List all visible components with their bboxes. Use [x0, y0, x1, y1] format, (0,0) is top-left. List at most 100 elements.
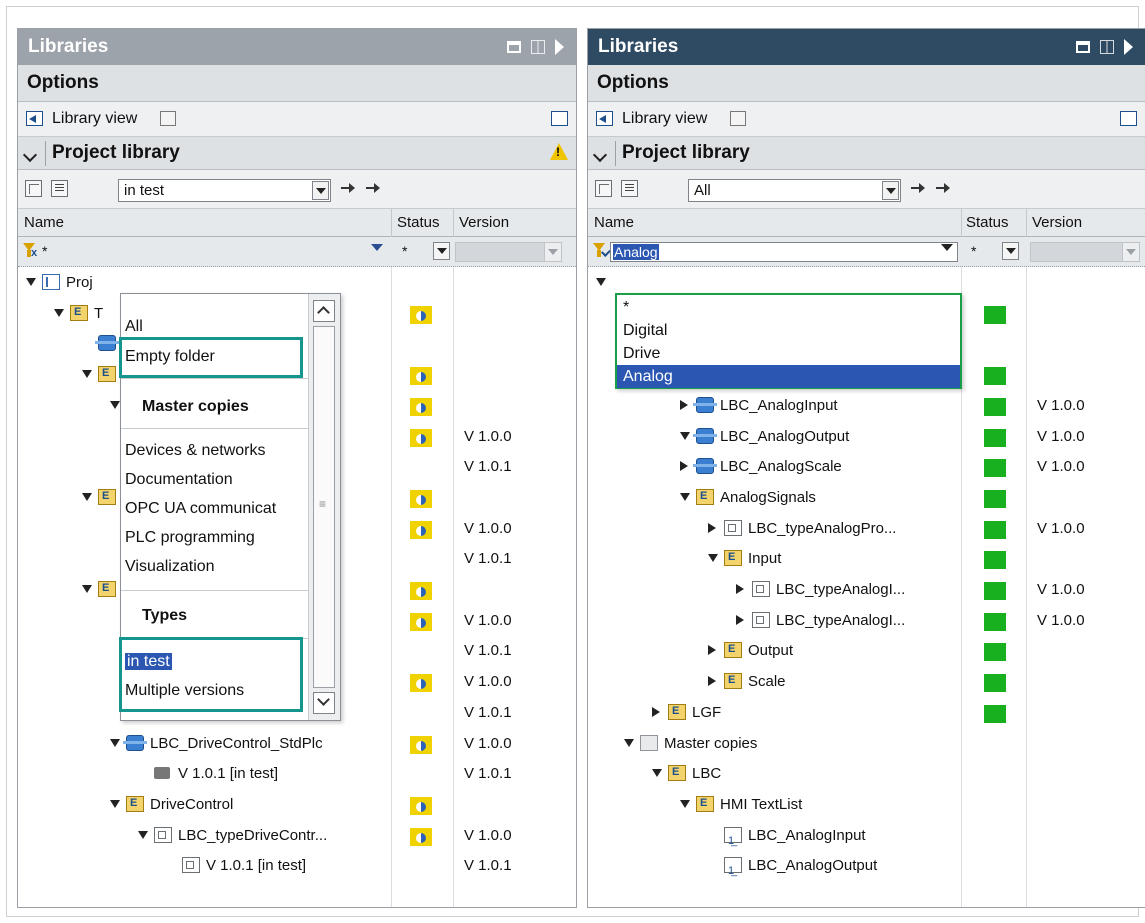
project-library-header[interactable]: Project library — [18, 137, 576, 170]
options-section[interactable]: Options — [588, 65, 1145, 102]
import-icon[interactable] — [365, 180, 382, 197]
options-section[interactable]: Options — [18, 65, 576, 102]
tree-row[interactable]: LBC_DriveControl_StdPlc V 1.0.0 — [18, 728, 576, 759]
dropdown-item-devices-networks[interactable]: Devices & networks — [125, 438, 266, 464]
library-properties-icon[interactable] — [595, 180, 612, 197]
tree-row[interactable]: LBC_AnalogOutput — [588, 850, 1145, 887]
clear-filter-icon[interactable]: x — [31, 247, 37, 259]
status-filter-select[interactable]: * — [398, 242, 450, 262]
expanded-arrow-icon[interactable] — [110, 400, 120, 409]
scroll-thumb[interactable] — [313, 326, 335, 688]
open-library-view-icon[interactable] — [551, 111, 568, 126]
list-view-icon[interactable] — [51, 180, 68, 197]
collapsed-arrow-icon[interactable] — [736, 584, 744, 594]
chevron-down-icon[interactable] — [371, 244, 383, 251]
tree-row[interactable]: Input — [588, 543, 1145, 574]
scroll-down-icon[interactable] — [313, 692, 335, 714]
library-view-button[interactable]: Library view — [622, 102, 707, 136]
type-filter-select[interactable]: All — [688, 179, 901, 202]
chevron-down-icon[interactable] — [941, 244, 953, 251]
expanded-arrow-icon[interactable] — [624, 738, 634, 747]
tree-row[interactable]: LBC_typeDriveContr... V 1.0.0 — [18, 820, 576, 851]
chevron-down-icon[interactable] — [1002, 242, 1019, 260]
tree-row[interactable]: LBC_AnalogInput V 1.0.0 — [588, 390, 1145, 421]
project-library-header[interactable]: Project library — [588, 137, 1145, 170]
expanded-arrow-icon[interactable] — [82, 585, 92, 593]
split-pane-icon[interactable] — [1100, 40, 1114, 54]
collapsed-arrow-icon[interactable] — [680, 461, 688, 472]
tree-row[interactable]: LBC — [588, 758, 1145, 789]
tree-row[interactable]: AnalogSignals — [588, 482, 1145, 513]
collapse-arrow-icon[interactable] — [1124, 39, 1133, 55]
export-icon[interactable] — [340, 180, 357, 197]
expanded-arrow-icon[interactable] — [680, 431, 690, 440]
column-status[interactable]: Status — [397, 209, 440, 236]
column-name[interactable]: Name — [594, 209, 634, 236]
scroll-up-icon[interactable] — [313, 300, 335, 322]
tree-row[interactable]: Scale — [588, 666, 1145, 697]
tree-row[interactable]: Output — [588, 635, 1145, 666]
tree-row[interactable]: LBC_typeAnalogI... V 1.0.0 — [588, 574, 1145, 605]
column-divider[interactable] — [391, 209, 392, 237]
chevron-down-icon[interactable] — [592, 147, 608, 163]
tree-row[interactable]: HMI TextList — [588, 789, 1145, 820]
library-view-icon[interactable] — [596, 111, 613, 126]
expanded-arrow-icon[interactable] — [82, 370, 92, 379]
library-view-settings-icon[interactable] — [160, 111, 176, 126]
float-window-icon[interactable] — [507, 41, 521, 53]
expanded-arrow-icon[interactable] — [26, 278, 36, 286]
dropdown-item-visualization[interactable]: Visualization — [125, 554, 215, 580]
float-window-icon[interactable] — [1076, 41, 1090, 53]
tree-row[interactable]: LBC_typeAnalogI... V 1.0.0 — [588, 605, 1145, 636]
dropdown-scrollbar[interactable] — [308, 294, 340, 720]
collapsed-arrow-icon[interactable] — [736, 614, 744, 625]
chevron-down-icon[interactable] — [312, 181, 329, 200]
library-view-settings-icon[interactable] — [730, 111, 746, 126]
expanded-arrow-icon[interactable] — [652, 769, 662, 778]
name-filter-input[interactable]: Analog — [610, 242, 958, 262]
version-filter-select[interactable] — [455, 242, 562, 262]
list-view-icon[interactable] — [621, 180, 638, 197]
dropdown-item-plc-programming[interactable]: PLC programming — [125, 525, 255, 551]
import-icon[interactable] — [935, 180, 952, 197]
status-filter-select[interactable]: * — [967, 242, 1019, 262]
dropdown-item-all[interactable]: * — [617, 296, 960, 319]
tree-row[interactable]: LBC_typeAnalogPro... V 1.0.0 — [588, 513, 1145, 544]
expanded-arrow-icon[interactable] — [110, 799, 120, 808]
collapsed-arrow-icon[interactable] — [680, 399, 688, 410]
dropdown-item-documentation[interactable]: Documentation — [125, 467, 233, 493]
type-filter-select[interactable]: in test — [118, 179, 331, 202]
column-version[interactable]: Version — [459, 209, 509, 236]
chevron-down-icon[interactable] — [882, 181, 899, 200]
column-status[interactable]: Status — [966, 209, 1009, 236]
tree-row[interactable]: Master copies — [588, 728, 1145, 759]
version-filter-select[interactable] — [1030, 242, 1140, 262]
collapsed-arrow-icon[interactable] — [708, 522, 716, 533]
tree-row[interactable]: LBC_AnalogOutput V 1.0.0 — [588, 421, 1145, 452]
column-version[interactable]: Version — [1032, 209, 1082, 236]
dropdown-item-digital[interactable]: Digital — [617, 319, 960, 342]
tree-row[interactable]: DriveControl — [18, 789, 576, 820]
split-pane-icon[interactable] — [531, 40, 545, 54]
chevron-down-icon[interactable] — [544, 243, 561, 261]
dropdown-item-analog[interactable]: Analog — [617, 365, 960, 388]
tree-row[interactable]: LBC_AnalogInput — [588, 820, 1145, 857]
expanded-arrow-icon[interactable] — [680, 492, 690, 501]
collapsed-arrow-icon[interactable] — [708, 645, 716, 656]
expanded-arrow-icon[interactable] — [110, 738, 120, 747]
name-filter-input[interactable]: * — [40, 242, 383, 262]
export-icon[interactable] — [910, 180, 927, 197]
chevron-down-icon[interactable] — [1122, 243, 1139, 261]
column-name[interactable]: Name — [24, 209, 64, 236]
expanded-arrow-icon[interactable] — [82, 492, 92, 501]
library-properties-icon[interactable] — [25, 180, 42, 197]
expanded-arrow-icon[interactable] — [708, 554, 718, 563]
library-view-icon[interactable] — [26, 111, 43, 126]
dropdown-item-drive[interactable]: Drive — [617, 342, 960, 365]
open-library-view-icon[interactable] — [1120, 111, 1137, 126]
expanded-arrow-icon[interactable] — [596, 278, 606, 286]
collapse-arrow-icon[interactable] — [555, 39, 564, 55]
library-view-button[interactable]: Library view — [52, 102, 137, 136]
column-divider[interactable] — [453, 209, 454, 237]
tree-row[interactable]: V 1.0.1 [in test] V 1.0.1 — [18, 758, 576, 789]
